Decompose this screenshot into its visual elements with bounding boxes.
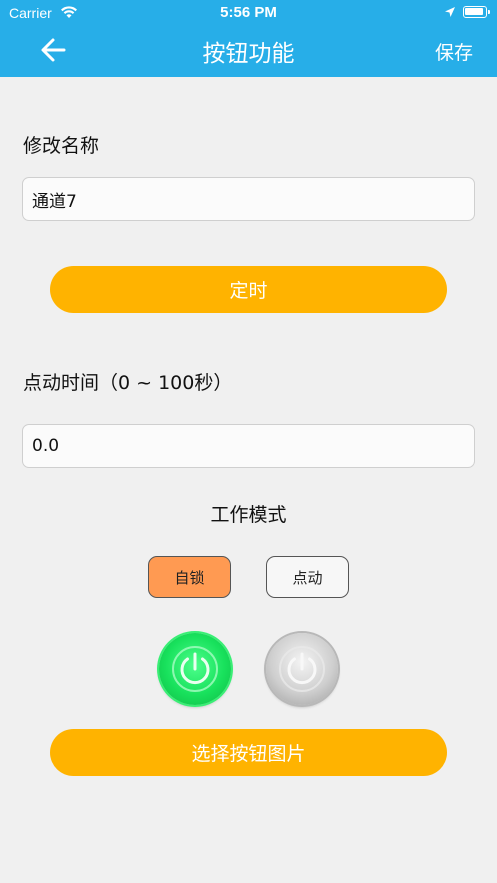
status-bar: Carrier 5:56 PM <box>0 0 497 26</box>
location-arrow-icon <box>444 5 456 21</box>
name-input[interactable] <box>22 177 475 221</box>
timer-button[interactable]: 定时 <box>50 266 447 313</box>
mode-jog-button[interactable]: 点动 <box>266 556 349 598</box>
jog-time-input[interactable] <box>22 424 475 468</box>
power-icon-gray[interactable] <box>266 633 338 705</box>
save-button[interactable]: 保存 <box>435 38 473 65</box>
jog-time-label: 点动时间（0 ~ 100秒） <box>23 372 233 394</box>
select-button-image-button[interactable]: 选择按钮图片 <box>50 729 447 776</box>
page-title: 按钮功能 <box>202 41 295 67</box>
status-time: 5:56 PM <box>220 4 277 21</box>
nav-bar: Carrier 5:56 PM 按钮功能 保存 <box>0 0 497 77</box>
mode-self-lock-button[interactable]: 自锁 <box>148 556 231 598</box>
rename-label: 修改名称 <box>23 135 100 157</box>
battery-icon <box>463 6 490 18</box>
work-mode-title: 工作模式 <box>210 504 287 526</box>
power-icon-green[interactable] <box>159 633 231 705</box>
